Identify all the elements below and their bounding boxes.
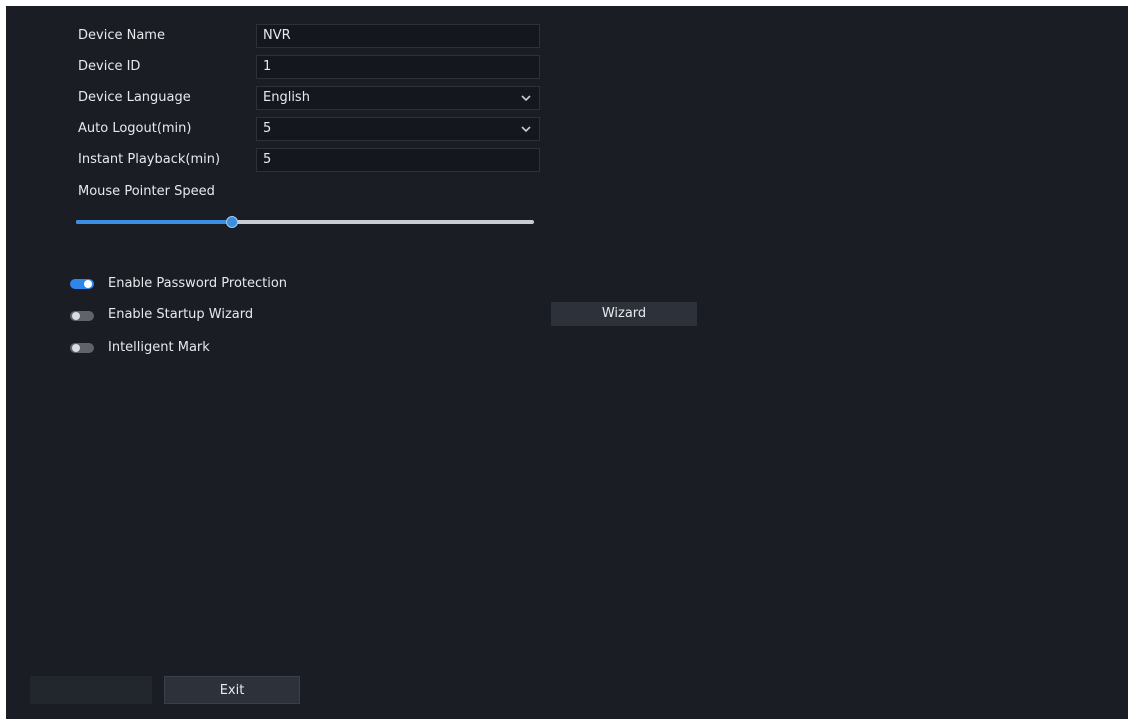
intelligent-mark-toggle[interactable] <box>70 343 94 353</box>
device-name-value: NVR <box>263 28 291 43</box>
toggle-knob <box>72 312 80 320</box>
password-protection-toggle[interactable] <box>70 279 94 289</box>
startup-wizard-label: Enable Startup Wizard <box>108 307 254 322</box>
device-id-label: Device ID <box>78 59 141 74</box>
device-name-field[interactable]: NVR <box>256 24 540 48</box>
auto-logout-select[interactable]: 5 <box>256 117 540 141</box>
mouse-pointer-speed-slider[interactable] <box>76 211 534 233</box>
device-language-value: English <box>263 90 310 105</box>
device-name-label: Device Name <box>78 28 165 43</box>
startup-wizard-toggle[interactable] <box>70 311 94 321</box>
mouse-pointer-speed-label: Mouse Pointer Speed <box>78 184 215 199</box>
slider-fill <box>76 220 232 224</box>
apply-button-disabled <box>30 676 152 704</box>
instant-playback-value: 5 <box>263 152 272 167</box>
instant-playback-field[interactable]: 5 <box>256 148 540 172</box>
device-language-select[interactable]: English <box>256 86 540 110</box>
wizard-button[interactable]: Wizard <box>551 302 697 326</box>
instant-playback-label: Instant Playback(min) <box>78 152 221 167</box>
auto-logout-value: 5 <box>263 121 272 136</box>
slider-thumb[interactable] <box>225 216 238 228</box>
password-protection-label: Enable Password Protection <box>108 276 288 291</box>
settings-screen: Device Name NVR Device ID 1 Device Langu… <box>6 6 1128 719</box>
chevron-down-icon <box>521 126 531 133</box>
exit-button[interactable]: Exit <box>164 676 300 704</box>
toggle-knob <box>72 344 80 352</box>
intelligent-mark-label: Intelligent Mark <box>108 340 210 355</box>
chevron-down-icon <box>521 95 531 102</box>
auto-logout-label: Auto Logout(min) <box>78 121 192 136</box>
device-language-label: Device Language <box>78 90 191 105</box>
toggle-knob <box>84 280 92 288</box>
device-id-field[interactable]: 1 <box>256 55 540 79</box>
device-id-value: 1 <box>263 59 272 74</box>
